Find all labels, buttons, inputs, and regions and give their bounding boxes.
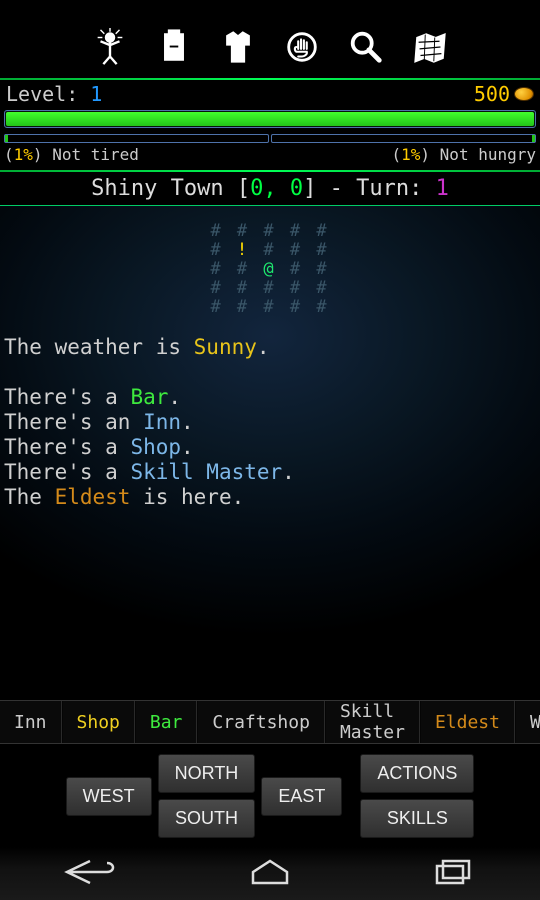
hp-bar [4,110,536,128]
level-display: Level: 1 [6,82,102,106]
android-navbar [0,846,540,900]
level-label: Level: [6,82,78,106]
quickbar-shop[interactable]: Shop [62,701,135,743]
hp-bar-fill [6,112,534,126]
gold-display: 500 [474,82,534,106]
hunger-bar [271,134,536,143]
skills-button[interactable]: SKILLS [360,799,474,838]
armor-icon[interactable] [216,28,260,70]
hand-icon[interactable] [280,28,324,70]
inventory-icon[interactable] [152,28,196,70]
quickbar-skillmaster[interactable]: Skill Master [325,701,420,743]
south-button[interactable]: SOUTH [158,799,256,838]
ascii-map: # # # # # # ! # # # # # @ # # # # # # # … [0,222,540,317]
quickbar-craftshop[interactable]: Craftshop [197,701,325,743]
tired-status: (1%) Not tired [4,145,139,164]
quickbar-overflow[interactable]: Wa [515,701,540,743]
level-value: 1 [90,82,102,106]
icon-toolbar [0,24,540,78]
hunger-fill [532,135,535,142]
location-header: Shiny Town [0, 0] - Turn: 1 [0,172,540,205]
tired-bar [4,134,269,143]
quickbar-bar[interactable]: Bar [135,701,198,743]
coords: 0, 0 [250,176,303,201]
home-icon[interactable] [235,857,305,891]
quickbar-eldest[interactable]: Eldest [420,701,515,743]
coin-icon [514,87,534,101]
east-button[interactable]: EAST [261,777,342,816]
town-name: Shiny Town [91,176,223,201]
quickbar: Inn Shop Bar Craftshop Skill Master Elde… [0,700,540,744]
tired-fill [5,135,8,142]
character-icon[interactable] [88,28,132,70]
quickbar-inn[interactable]: Inn [0,701,62,743]
actions-button[interactable]: ACTIONS [360,754,474,793]
search-icon[interactable] [344,28,388,70]
turn-value: 1 [436,176,449,201]
north-button[interactable]: NORTH [158,754,256,793]
recent-icon[interactable] [415,857,485,891]
west-button[interactable]: WEST [66,777,152,816]
phone-statusbar [0,0,540,24]
back-icon[interactable] [55,857,125,891]
direction-pad: WEST NORTH SOUTH EAST [66,754,343,838]
hungry-status: (1%) Not hungry [391,145,536,164]
gold-value: 500 [474,82,510,106]
action-buttons: ACTIONS SKILLS [360,754,474,838]
control-zone: WEST NORTH SOUTH EAST ACTIONS SKILLS [0,744,540,846]
main-view: # # # # # # ! # # # # # @ # # # # # # # … [0,206,540,700]
map-icon[interactable] [408,28,452,70]
description-text: The weather is Sunny. There's a Bar. The… [0,317,540,510]
